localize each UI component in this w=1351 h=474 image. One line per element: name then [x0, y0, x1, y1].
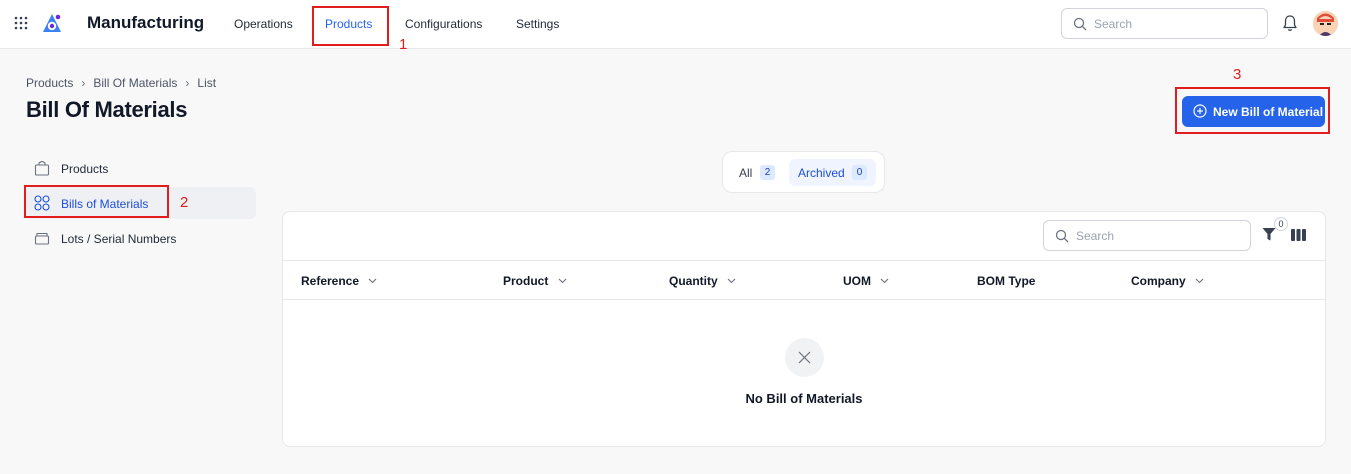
breadcrumb-products[interactable]: Products [26, 76, 73, 90]
column-header-label: Product [503, 274, 549, 288]
filter-tabs: All 2 Archived 0 [722, 151, 885, 193]
user-avatar[interactable] [1313, 11, 1338, 36]
column-header-label: Company [1131, 274, 1186, 288]
box-icon [34, 232, 50, 245]
notification-bell-icon[interactable] [1282, 14, 1298, 32]
table-search[interactable] [1043, 220, 1251, 251]
bom-table-card: 0 Reference Product Quantity UOM BOM Typ… [282, 211, 1326, 447]
columns-icon[interactable] [1291, 229, 1306, 241]
nav-configurations[interactable]: Configurations [405, 17, 482, 31]
search-icon [1073, 17, 1087, 31]
tab-all-label: All [739, 166, 753, 180]
search-icon [1055, 229, 1069, 243]
top-bar: Manufacturing Operations Products Config… [0, 0, 1351, 49]
column-header-company[interactable]: Company [1131, 274, 1204, 288]
column-header-bom-type[interactable]: BOM Type [977, 274, 1035, 288]
bag-icon [34, 160, 50, 176]
annotation-box-3 [1175, 87, 1330, 134]
column-header-label: Reference [301, 274, 360, 288]
annotation-box-1 [312, 6, 389, 46]
chevron-down-icon [558, 278, 567, 284]
table-header: Reference Product Quantity UOM BOM Type … [283, 260, 1325, 300]
page-title: Bill Of Materials [26, 97, 188, 122]
sidebar-item-label: Lots / Serial Numbers [61, 232, 177, 246]
filter-count-badge: 0 [1274, 217, 1288, 231]
breadcrumb-list: List [197, 76, 217, 90]
nav-operations[interactable]: Operations [234, 17, 293, 31]
column-header-product[interactable]: Product [503, 274, 567, 288]
sidebar-item-products[interactable]: Products [26, 152, 256, 184]
annotation-number-2: 2 [180, 194, 189, 211]
breadcrumb: Products › Bill Of Materials › List [26, 76, 216, 90]
global-search-input[interactable] [1094, 15, 1259, 33]
table-search-input[interactable] [1076, 227, 1241, 245]
column-header-reference[interactable]: Reference [301, 274, 377, 288]
chevron-down-icon [727, 278, 736, 284]
close-icon [798, 351, 811, 364]
app-title: Manufacturing [87, 13, 205, 32]
column-header-label: BOM Type [977, 274, 1036, 288]
column-header-uom[interactable]: UOM [843, 274, 889, 288]
annotation-number-3: 3 [1233, 66, 1242, 83]
chevron-down-icon [880, 278, 889, 284]
column-header-label: UOM [843, 274, 871, 288]
chevron-down-icon [368, 278, 377, 284]
tab-all-count: 2 [760, 165, 775, 180]
tab-archived-label: Archived [798, 166, 845, 180]
empty-state-text: No Bill of Materials [745, 391, 863, 406]
empty-state-icon [785, 338, 824, 377]
annotation-box-2 [24, 185, 169, 218]
app-logo-icon[interactable] [40, 12, 64, 36]
nav-settings[interactable]: Settings [516, 17, 559, 31]
column-header-label: Quantity [669, 274, 718, 288]
tab-archived-count: 0 [852, 165, 867, 180]
chevron-right-icon: › [185, 76, 190, 90]
column-header-quantity[interactable]: Quantity [669, 274, 736, 288]
chevron-right-icon: › [81, 76, 86, 90]
chevron-down-icon [1195, 278, 1204, 284]
apps-grid-icon[interactable] [14, 16, 28, 30]
breadcrumb-bill-of-materials[interactable]: Bill Of Materials [93, 76, 177, 90]
tab-all[interactable]: All 2 [731, 159, 789, 186]
avatar-icon [1313, 11, 1338, 36]
sidebar-item-label: Products [61, 162, 109, 176]
tab-archived[interactable]: Archived 0 [789, 159, 876, 186]
global-search[interactable] [1061, 8, 1268, 39]
filter-icon[interactable] [1262, 227, 1276, 242]
annotation-number-1: 1 [399, 36, 408, 53]
sidebar-item-lots-serial-numbers[interactable]: Lots / Serial Numbers [26, 222, 256, 254]
